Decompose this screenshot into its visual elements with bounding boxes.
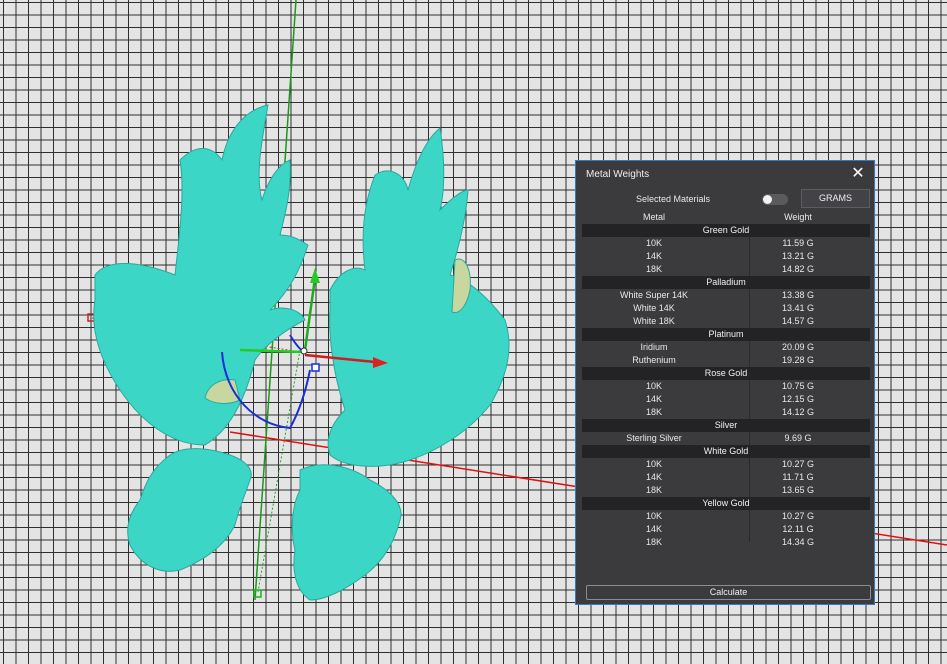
toggle-knob	[763, 195, 772, 204]
weight-cell: 10.75 G	[781, 381, 815, 391]
weight-cell: 9.69 G	[784, 433, 812, 443]
group-rose-gold: Rose Gold	[582, 367, 870, 380]
metal-cell: Iridium	[640, 342, 668, 352]
selected-materials-toggle[interactable]	[762, 194, 788, 205]
table-row: 10K 11.59 G	[582, 237, 870, 250]
table-row: White 18K 14.57 G	[582, 315, 870, 328]
table-row: 10K 10.27 G	[582, 510, 870, 523]
table-row: 10K 10.27 G	[582, 458, 870, 471]
weight-cell: 11.71 G	[782, 472, 814, 482]
group-silver: Silver	[582, 419, 870, 432]
metal-cell: White 14K	[633, 303, 675, 313]
metal-cell: 10K	[645, 381, 662, 391]
metal-cell: 18K	[645, 407, 662, 417]
calculate-button[interactable]: Calculate	[586, 585, 871, 600]
left-earring-model[interactable]	[93, 104, 309, 572]
panel-title: Metal Weights	[586, 169, 650, 180]
table-row: 14K 11.71 G	[582, 471, 870, 484]
group-white-gold: White Gold	[582, 445, 870, 458]
weight-cell: 13.65 G	[781, 485, 815, 495]
metal-cell: 14K	[645, 251, 662, 261]
table-row: 18K 14.12 G	[582, 406, 870, 419]
metal-cell: 14K	[645, 472, 662, 482]
group-platinum: Platinum	[582, 328, 870, 341]
metal-weights-table: Metal Weight Green Gold 10K 11.59 G 14K 13…	[582, 211, 870, 549]
metal-cell: 10K	[645, 511, 662, 521]
table-header: Metal Weight	[582, 211, 870, 224]
table-row: White Super 14K 13.38 G	[582, 289, 870, 302]
metal-weights-panel: Metal Weights ✕ Selected Materials GRAMS…	[575, 160, 875, 605]
weight-cell: 14.57 G	[781, 316, 815, 326]
metal-cell: Sterling Silver	[626, 433, 682, 443]
column-header-metal: Metal	[642, 212, 665, 222]
weight-cell: 12.15 G	[781, 394, 815, 404]
weight-cell: 10.27 G	[781, 511, 815, 521]
table-row: 10K 10.75 G	[582, 380, 870, 393]
unit-button[interactable]: GRAMS	[801, 189, 870, 208]
close-icon[interactable]: ✕	[849, 164, 867, 184]
metal-cell: 18K	[645, 264, 662, 274]
metal-cell: 18K	[645, 485, 662, 495]
group-yellow-gold: Yellow Gold	[582, 497, 870, 510]
panel-header: Metal Weights ✕	[576, 161, 874, 189]
metal-cell: Ruthenium	[632, 355, 676, 365]
right-earring-model[interactable]	[291, 127, 510, 601]
gizmo-y-arrow	[303, 277, 317, 351]
table-row: 18K 13.65 G	[582, 484, 870, 497]
table-row: 14K 13.21 G	[582, 250, 870, 263]
selected-materials-label: Selected Materials	[636, 194, 711, 204]
metal-cell: White Super 14K	[619, 290, 689, 300]
weight-cell: 13.21 G	[781, 251, 815, 261]
metal-cell: 14K	[645, 524, 662, 534]
weight-cell: 14.34 G	[781, 537, 815, 547]
table-row: White 14K 13.41 G	[582, 302, 870, 315]
weight-cell: 10.27 G	[781, 459, 815, 469]
weight-cell: 13.41 G	[781, 303, 815, 313]
weight-cell: 14.12 G	[781, 407, 815, 417]
weight-cell: 20.09 G	[781, 342, 815, 352]
metal-cell: 10K	[645, 238, 662, 248]
table-row: 18K 14.82 G	[582, 263, 870, 276]
table-row: Iridium 20.09 G	[582, 341, 870, 354]
metal-cell: White 18K	[633, 316, 675, 326]
table-row: Sterling Silver 9.69 G	[582, 432, 870, 445]
weight-cell: 14.82 G	[781, 264, 815, 274]
group-palladium: Palladium	[582, 276, 870, 289]
metal-cell: 10K	[645, 459, 662, 469]
table-row: Ruthenium 19.28 G	[582, 354, 870, 367]
metal-cell: 14K	[645, 394, 662, 404]
table-row: 14K 12.11 G	[582, 523, 870, 536]
metal-cell: 18K	[645, 537, 662, 547]
weight-cell: 12.11 G	[782, 524, 814, 534]
weight-cell: 11.59 G	[782, 238, 814, 248]
table-row: 14K 12.15 G	[582, 393, 870, 406]
gizmo-center-handle	[311, 363, 320, 372]
weight-cell: 19.28 G	[781, 355, 815, 365]
column-header-weight: Weight	[784, 212, 812, 222]
weight-cell: 13.38 G	[781, 290, 815, 300]
table-row: 18K 14.34 G	[582, 536, 870, 549]
group-green-gold: Green Gold	[582, 224, 870, 237]
